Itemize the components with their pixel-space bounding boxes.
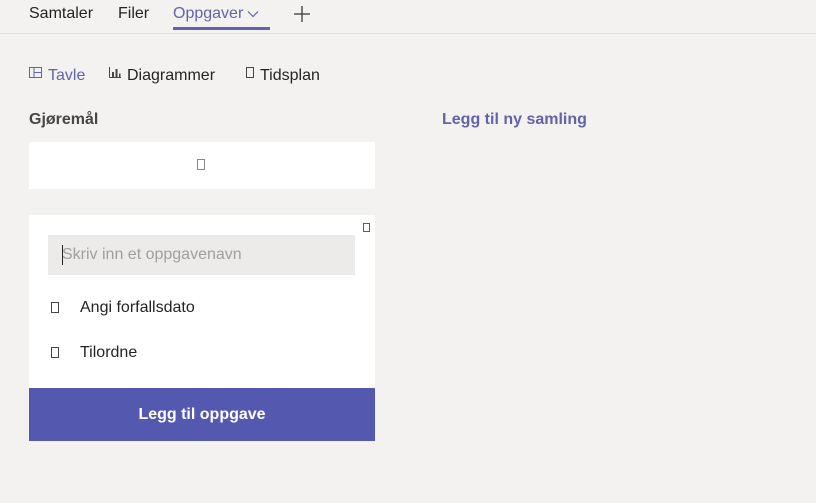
view-charts-label: Diagrammer [127,67,216,84]
add-task-button[interactable]: Legg til oppgave [29,388,375,441]
active-tab-indicator [173,27,270,30]
schedule-icon [246,64,254,84]
channel-tab-bar: Samtaler Filer Oppgaver [0,0,816,34]
bucket-title[interactable]: Gjøremål [29,110,98,130]
chart-icon [109,64,121,84]
chevron-down-icon[interactable] [247,4,259,24]
view-board[interactable]: Tavle [29,66,85,86]
plus-icon [294,6,310,22]
add-bucket-link[interactable]: Legg til ny samling [442,110,587,130]
new-task-card: Angi forfallsdato Tilordne Legg til oppg… [29,215,375,441]
tab-oppgaver-label: Oppgaver [173,5,244,23]
board-icon [29,64,42,84]
more-options-icon[interactable] [363,223,370,232]
assign-label: Tilordne [80,344,138,361]
task-name-input[interactable] [48,235,355,275]
view-schedule[interactable]: Tidsplan [246,66,320,86]
text-cursor [62,245,63,265]
add-task-bar[interactable] [29,142,375,189]
tab-filer[interactable]: Filer [118,4,149,24]
view-board-label: Tavle [48,67,86,84]
tab-oppgaver[interactable]: Oppgaver [173,4,259,24]
due-date-label: Angi forfallsdato [80,299,195,316]
view-charts[interactable]: Diagrammer [109,66,215,86]
view-schedule-label: Tidsplan [260,67,320,84]
add-tab-button[interactable] [291,3,313,25]
calendar-icon [51,302,59,313]
assign-user-icon [51,347,59,358]
add-task-icon [197,159,205,170]
tab-samtaler[interactable]: Samtaler [29,4,93,24]
